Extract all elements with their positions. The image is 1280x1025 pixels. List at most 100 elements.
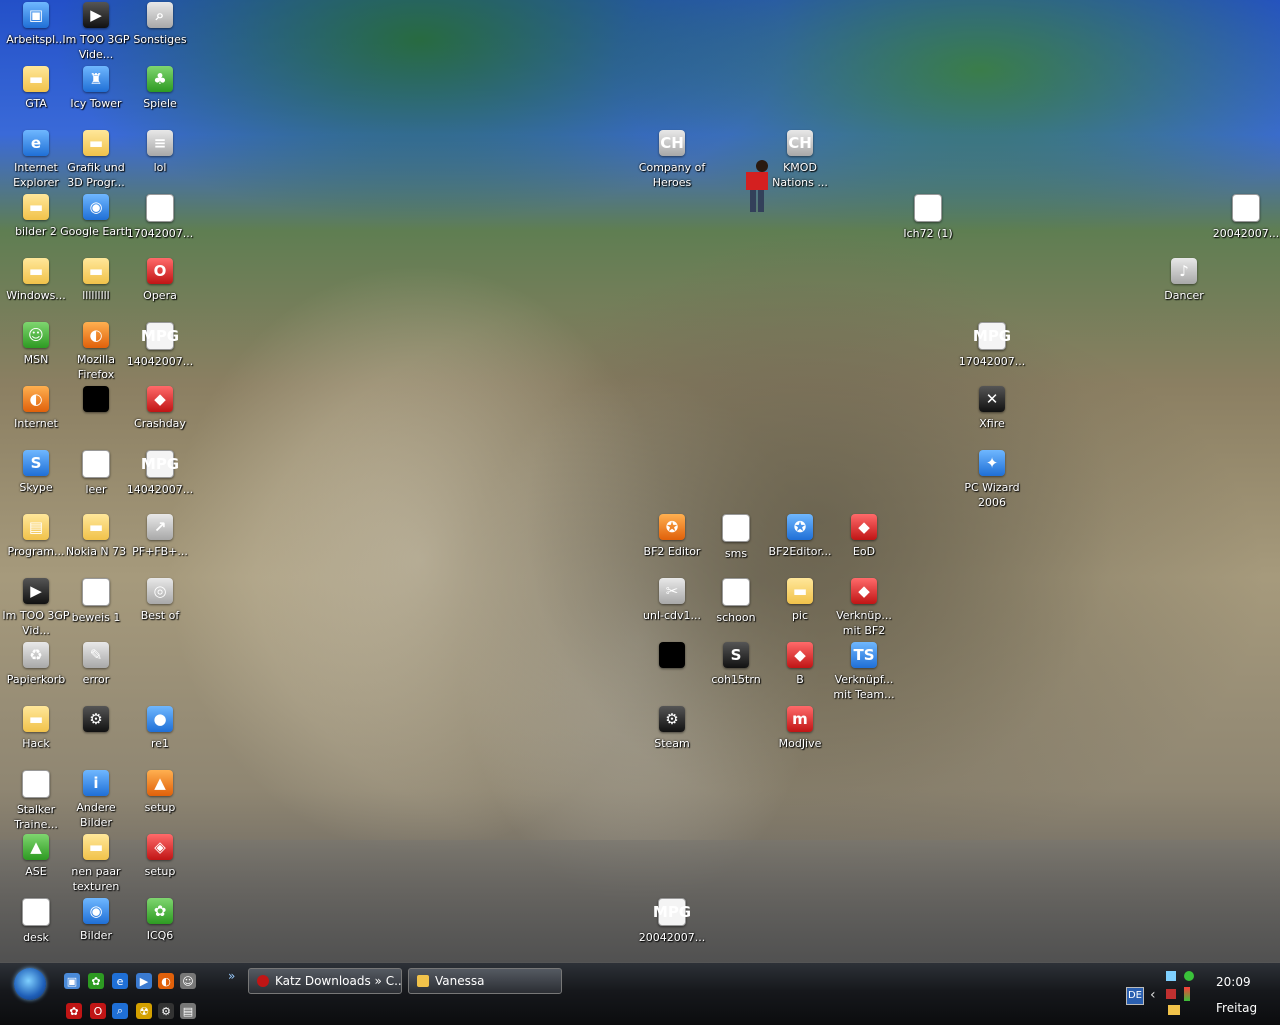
user-icon[interactable]: ☺: [180, 973, 196, 989]
desktop-icon[interactable]: MPG 20042007...: [636, 898, 708, 945]
globe-icon: ◉: [83, 194, 109, 220]
desktop-icon[interactable]: ◆ Verknüp... mit BF2: [828, 578, 900, 638]
desktop-icon[interactable]: ◉ Google Earth: [60, 194, 132, 239]
text-file-icon: ≡: [22, 770, 50, 798]
desktop-icon[interactable]: ▬ pic: [764, 578, 836, 623]
desktop-icon[interactable]: [60, 386, 132, 416]
desktop-icon[interactable]: ◈ setup: [124, 834, 196, 879]
desktop-icon[interactable]: ♪ Dancer: [1148, 258, 1220, 303]
desktop-icon[interactable]: ◐ Mozilla Firefox: [60, 322, 132, 382]
desktop-icon[interactable]: ▬ Nokia N 73: [60, 514, 132, 559]
desktop-icon[interactable]: ◆ Crashday: [124, 386, 196, 431]
show-desktop-icon[interactable]: ▣: [64, 973, 80, 989]
radiation-icon[interactable]: ☢: [136, 1003, 152, 1019]
tray-app-icon[interactable]: [1166, 989, 1176, 999]
desktop-icon[interactable]: O Opera: [124, 258, 196, 303]
icq-tray-icon[interactable]: [1184, 971, 1194, 981]
opera-icon: O: [147, 258, 173, 284]
desktop-icon[interactable]: ✪ BF2 Editor: [636, 514, 708, 559]
desktop-icon-label: sms: [724, 547, 748, 560]
opera-icon: [257, 975, 269, 987]
desktop-icon[interactable]: i Andere Bilder: [60, 770, 132, 830]
tray-expand-icon[interactable]: ‹: [1150, 987, 1156, 1003]
desktop-icon[interactable]: [636, 642, 708, 672]
volume-meter-icon[interactable]: [1184, 987, 1190, 1001]
desktop-icon[interactable]: ⚙: [60, 706, 132, 736]
msn-icon: ☺: [23, 322, 49, 348]
taskbar-button-katz-downloads[interactable]: Katz Downloads » C...: [248, 968, 402, 994]
desktop-icon[interactable]: ✪ BF2Editor...: [764, 514, 836, 559]
desktop-icon[interactable]: ▬ nen paar texturen: [60, 834, 132, 894]
search-icon[interactable]: ⌕: [112, 1003, 128, 1019]
desktop-icon[interactable]: TS Verknüpf... mit Team...: [828, 642, 900, 702]
desktop-icon[interactable]: CH KMOD Nations ...: [764, 130, 836, 190]
desktop-icon[interactable]: Scoh15trn: [700, 642, 772, 687]
media-player-icon[interactable]: ▶: [136, 973, 152, 989]
desktop-icon[interactable]: ≡ lol: [124, 130, 196, 175]
desktop-icon[interactable]: ♣ Spiele: [124, 66, 196, 111]
start-button[interactable]: [14, 968, 46, 1000]
desktop-icon-label: lol: [153, 161, 167, 174]
desktop-icon[interactable]: MPG 17042007...: [956, 322, 1028, 369]
desktop-icon[interactable]: m ModJive: [764, 706, 836, 751]
desktop-icon[interactable]: ⌕ Sonstiges: [124, 2, 196, 47]
desktop-icon-label: Mozilla Firefox: [77, 353, 115, 381]
desktop-icon[interactable]: CH Company of Heroes: [636, 130, 708, 190]
desktop-icon-label: Ich72 (1): [903, 227, 953, 240]
desktop-icon[interactable]: ✿ ICQ6: [124, 898, 196, 943]
desktop-icon[interactable]: ▦ leer: [60, 450, 132, 497]
desktop-icon[interactable]: ▶ Im TOO 3GP Vide...: [60, 2, 132, 62]
dancer-icon: ♪: [1171, 258, 1197, 284]
desktop-icon[interactable]: ▦ 17042007...: [124, 194, 196, 241]
icy-tower-icon: ♜: [83, 66, 109, 92]
printer-icon[interactable]: ▤: [180, 1003, 196, 1019]
desktop-icon[interactable]: ≡ sms: [700, 514, 772, 561]
taskbar-button-vanessa[interactable]: Vanessa: [408, 968, 562, 994]
desktop-icon[interactable]: ✕ Xfire: [956, 386, 1028, 431]
desktop-icon[interactable]: ▬ Grafik und 3D Progr...: [60, 130, 132, 190]
desktop-icon[interactable]: ✎ error: [60, 642, 132, 687]
desktop-icon[interactable]: ◆ B: [764, 642, 836, 687]
clock-time[interactable]: 20:09: [1216, 975, 1251, 989]
desktop-icon-label: Dancer: [1164, 289, 1204, 302]
safely-remove-icon[interactable]: [1168, 1005, 1180, 1015]
desktop-icon[interactable]: ▦ schoon: [700, 578, 772, 625]
taskbar-button-label: Katz Downloads » C...: [275, 974, 402, 988]
desktop-icon[interactable]: ✂ unl-cdv1...: [636, 578, 708, 623]
info-icon: i: [83, 770, 109, 796]
desktop-icon[interactable]: ≡ beweis 1: [60, 578, 132, 625]
globe-icon: ◉: [83, 898, 109, 924]
language-indicator[interactable]: DE: [1126, 987, 1144, 1005]
steam-icon[interactable]: ⚙: [158, 1003, 174, 1019]
desktop-icon[interactable]: ◎ Best of: [124, 578, 196, 623]
desktop-icon[interactable]: ▦ Ich72 (1): [892, 194, 964, 241]
desktop-icon[interactable]: ▬ lllllllll: [60, 258, 132, 303]
desktop-icon[interactable]: ◉ Bilder: [60, 898, 132, 943]
desktop-icon[interactable]: ✦ PC Wizard 2006: [956, 450, 1028, 510]
skype-icon: S: [23, 450, 49, 476]
desktop-icon[interactable]: ▲ setup: [124, 770, 196, 815]
desktop-icon-label: Nokia N 73: [65, 545, 127, 558]
desktop-icon[interactable]: ◆ EoD: [828, 514, 900, 559]
icq-icon[interactable]: ✿: [66, 1003, 82, 1019]
desktop-icon[interactable]: ↗ PF+FB+...: [124, 514, 196, 559]
desktop-icon[interactable]: ⚙ Steam: [636, 706, 708, 751]
desktop-icon-label: beweis 1: [71, 611, 121, 624]
opera-icon[interactable]: O: [90, 1003, 106, 1019]
desktop-icon[interactable]: MPG 14042007...: [124, 322, 196, 369]
internet-explorer-icon[interactable]: e: [112, 973, 128, 989]
desktop-icon[interactable]: ▦ 20042007...: [1210, 194, 1280, 241]
desktop-icon[interactable]: ● re1: [124, 706, 196, 751]
desktop-icon[interactable]: ♜ Icy Tower: [60, 66, 132, 111]
network-icon[interactable]: [1166, 971, 1176, 981]
desktop-icon-label: 20042007...: [638, 931, 706, 944]
desktop-icon[interactable]: MPG 14042007...: [124, 450, 196, 497]
desktop-icon-label: re1: [150, 737, 170, 750]
ase-icon: ▲: [23, 834, 49, 860]
icq-icon[interactable]: ✿: [88, 973, 104, 989]
quick-launch-more[interactable]: »: [228, 969, 235, 983]
firefox-icon[interactable]: ◐: [158, 973, 174, 989]
program-folder-icon: ▤: [23, 514, 49, 540]
installer-icon: ◈: [147, 834, 173, 860]
desktop-icon-label: Spiele: [143, 97, 177, 110]
